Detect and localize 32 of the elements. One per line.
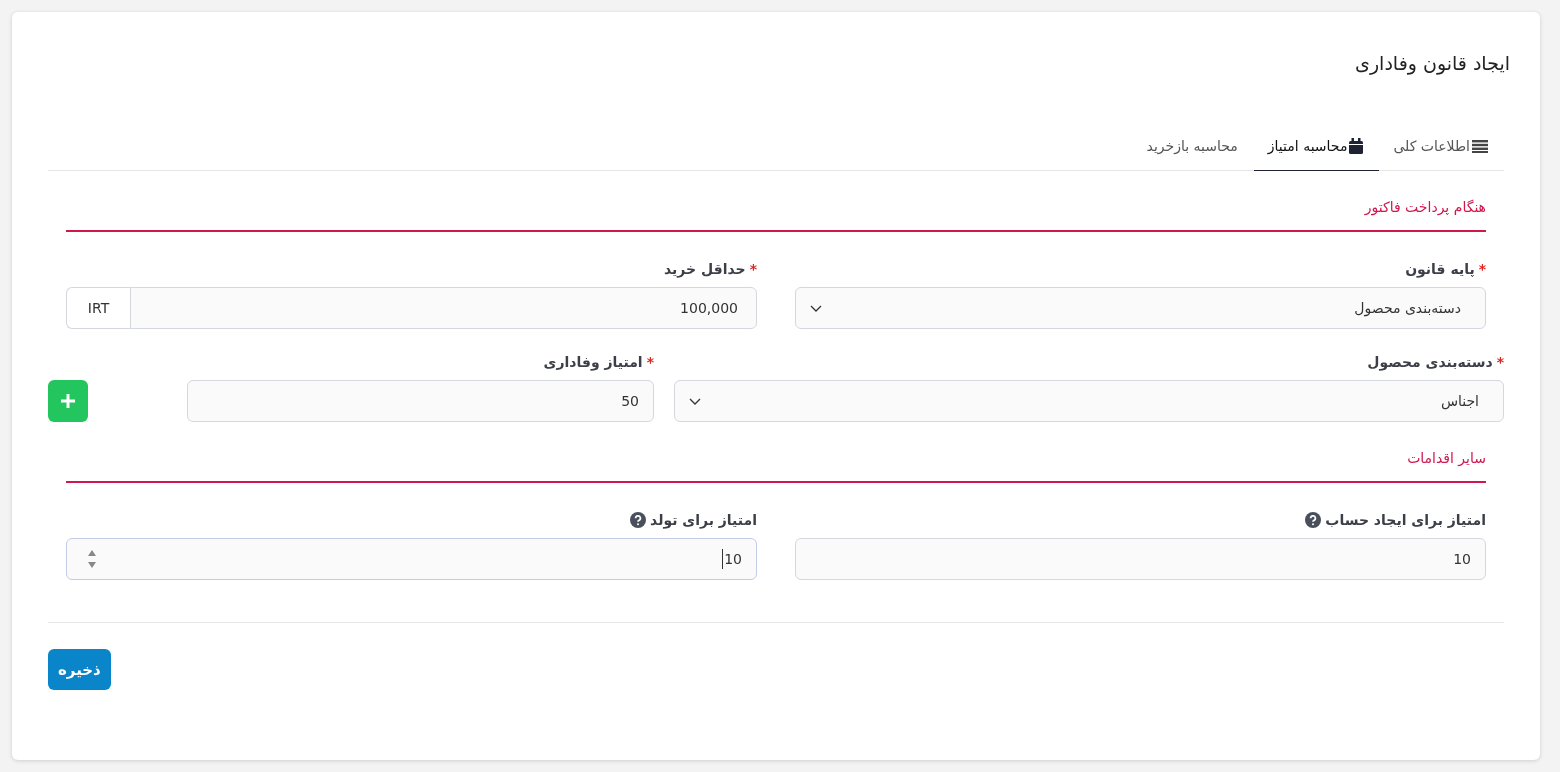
calendar-icon	[1349, 138, 1364, 154]
required-mark: *	[1496, 354, 1504, 370]
input-field[interactable]: 50	[187, 380, 654, 422]
select-field[interactable]: اجناس	[674, 380, 1504, 422]
page-title: ایجاد قانون وفاداری	[1355, 52, 1510, 74]
save-button[interactable]: ذخیره	[48, 649, 111, 690]
tab[interactable]: محاسبه امتیاز	[1253, 130, 1380, 171]
add-button[interactable]	[48, 380, 88, 422]
section-heading: سایر اقدامات	[1407, 450, 1486, 466]
section-heading: هنگام پرداخت فاکتور	[1364, 199, 1486, 215]
field-label: امتیاز برای تولد	[650, 512, 757, 528]
field-label: امتیاز برای ایجاد حساب	[1325, 512, 1486, 528]
tab[interactable]: محاسبه بازخرید	[1132, 130, 1254, 171]
select-field[interactable]: دسته‌بندی محصول	[795, 287, 1486, 329]
field-label: امتیاز وفاداری	[543, 354, 643, 370]
plus-icon	[61, 394, 75, 408]
chevron-down-icon	[689, 397, 701, 405]
input-field[interactable]: 10	[66, 538, 757, 580]
field-label: پایه قانون	[1405, 261, 1475, 277]
required-mark: *	[749, 261, 757, 277]
list-icon	[1472, 139, 1488, 153]
text-cursor	[722, 549, 724, 569]
spinner-icon	[87, 549, 97, 569]
input-field[interactable]: 10	[795, 538, 1486, 580]
required-mark: *	[646, 354, 654, 370]
field-label: دسته‌بندی محصول	[1367, 354, 1493, 370]
tab[interactable]: اطلاعات کلی	[1379, 130, 1504, 171]
currency-addon: IRT	[66, 287, 130, 329]
required-mark: *	[1478, 261, 1486, 277]
input-field[interactable]: 100,000	[130, 287, 757, 329]
chevron-down-icon	[810, 304, 822, 312]
field-label: حداقل خرید	[664, 261, 746, 277]
